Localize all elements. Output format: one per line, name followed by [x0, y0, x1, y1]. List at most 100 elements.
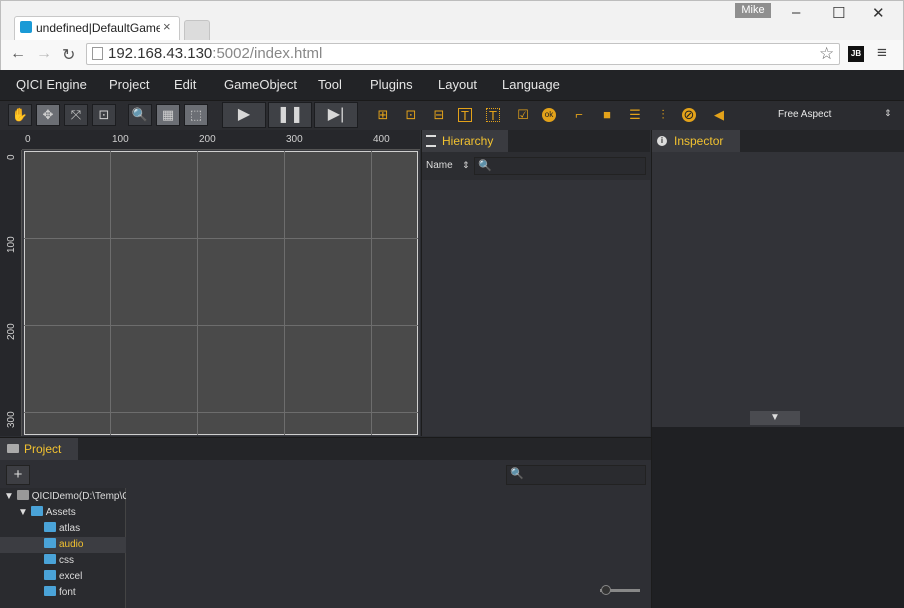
hierarchy-search-input[interactable] — [474, 157, 646, 175]
folder-icon — [30, 506, 43, 516]
tree-item-label: font — [59, 587, 76, 598]
grid-icon[interactable]: ▦ — [156, 104, 180, 126]
add-asset-button[interactable]: + — [6, 465, 30, 485]
extension-icon[interactable]: JB — [848, 46, 864, 62]
scene-canvas[interactable] — [24, 151, 418, 435]
filter-dropdown-icon[interactable]: ⇕ — [462, 160, 470, 171]
project-tabbar — [0, 438, 651, 460]
tree-item-project-root[interactable]: ▼ QICIDemo(D:\Temp\Q — [0, 489, 126, 505]
tree-item-assets[interactable]: ▼ Assets — [0, 505, 126, 521]
create-text-icon[interactable]: T — [458, 108, 472, 123]
close-window-icon[interactable]: ✕ — [872, 4, 885, 22]
menu-plugins[interactable]: Plugins — [370, 77, 413, 92]
menu-qici-engine[interactable]: QICI Engine — [16, 77, 87, 92]
vruler-tick: 0 — [6, 154, 17, 160]
page-icon — [92, 47, 103, 60]
menu-gameobject[interactable]: GameObject — [224, 77, 297, 92]
tree-item-audio[interactable]: audio — [0, 537, 126, 553]
create-button-icon[interactable]: ok — [542, 108, 556, 122]
slider-handle[interactable] — [601, 585, 611, 595]
create-list-icon[interactable]: ☰ — [626, 106, 644, 124]
menu-language[interactable]: Language — [502, 77, 560, 92]
zoom-icon[interactable]: 🔍 — [128, 104, 152, 126]
grid-line — [197, 151, 198, 435]
play-button[interactable]: ▶ — [222, 102, 266, 128]
aspect-dropdown-icon[interactable]: ⇕ — [884, 108, 892, 119]
menu-project[interactable]: Project — [109, 77, 149, 92]
tab-title: undefined|DefaultGame|D — [36, 21, 160, 35]
horizontal-ruler — [22, 130, 420, 150]
search-icon: 🔍 — [478, 160, 492, 172]
expand-arrow-icon[interactable]: ▼ — [18, 507, 28, 518]
project-search-input[interactable] — [506, 465, 646, 485]
tree-item-label: Assets — [45, 507, 76, 518]
folder-icon — [44, 586, 56, 596]
menu-tool[interactable]: Tool — [318, 77, 342, 92]
create-toggle-icon[interactable]: ☑ — [514, 106, 532, 124]
user-badge[interactable]: Mike — [735, 3, 771, 18]
url-host: 192.168.43.130 — [108, 45, 213, 62]
folder-icon — [44, 522, 56, 532]
expand-arrow-icon[interactable]: ▼ — [4, 491, 14, 502]
folder-icon — [44, 570, 56, 580]
folder-icon — [7, 444, 19, 453]
tree-item-excel[interactable]: excel — [0, 569, 126, 585]
create-slider-icon[interactable]: ⌐ — [570, 106, 588, 124]
tree-item-label: audio — [59, 539, 84, 550]
name-filter-select[interactable]: Name — [426, 160, 453, 171]
hruler-tick: 0 — [25, 134, 31, 145]
expand-preview-button[interactable]: ▼ — [750, 411, 800, 425]
rect-tool-icon[interactable]: ⊡ — [92, 104, 116, 126]
maximize-icon[interactable]: ☐ — [832, 4, 845, 22]
create-panel-icon[interactable]: ■ — [598, 106, 616, 124]
move-tool-icon[interactable]: ✥ — [36, 104, 60, 126]
tree-item-atlas[interactable]: atlas — [0, 521, 126, 537]
reload-icon[interactable]: ↻ — [62, 45, 75, 65]
back-icon[interactable]: ← — [10, 45, 26, 63]
tree-item-label: css — [59, 555, 74, 566]
minimize-icon[interactable]: – — [792, 4, 800, 21]
menu-layout[interactable]: Layout — [438, 77, 477, 92]
vruler-tick: 200 — [6, 323, 17, 340]
folder-icon — [16, 490, 29, 500]
scale-tool-icon[interactable]: ⤧ — [64, 104, 88, 126]
ruler-corner — [0, 130, 22, 150]
hand-tool-icon[interactable]: ✋ — [8, 104, 32, 126]
create-scrollbar-icon[interactable]: ⫶ — [654, 106, 672, 124]
folder-icon — [44, 538, 56, 548]
aspect-select[interactable]: Free Aspect — [778, 109, 831, 120]
preview-area — [652, 427, 904, 608]
forward-icon[interactable]: → — [36, 45, 52, 63]
select-region-icon[interactable]: ⬚ — [184, 104, 208, 126]
list-icon — [426, 135, 436, 147]
hruler-tick: 100 — [112, 134, 129, 145]
tab-close-icon[interactable]: × — [163, 19, 171, 34]
tree-item-label: excel — [59, 571, 83, 582]
tree-item-label: QICIDemo(D:\Temp\Q — [31, 491, 126, 502]
create-sprite-icon[interactable]: ⊟ — [430, 106, 448, 124]
favicon-icon — [20, 21, 32, 33]
tree-item-label: atlas — [59, 523, 81, 534]
new-tab-button[interactable] — [184, 20, 210, 40]
create-dom-icon[interactable]: ⊘ — [682, 108, 696, 122]
tree-item-css[interactable]: css — [0, 553, 126, 569]
menu-edit[interactable]: Edit — [174, 77, 196, 92]
create-node-icon[interactable]: ⊞ — [374, 106, 392, 124]
url-path: :5002/index.html — [212, 45, 323, 62]
grid-line — [24, 412, 418, 413]
vertical-ruler — [0, 150, 22, 436]
grid-line — [284, 151, 285, 435]
create-image-icon[interactable]: ⊡ — [402, 106, 420, 124]
create-input-text-icon[interactable]: T — [486, 108, 500, 123]
search-icon: 🔍 — [510, 468, 524, 480]
pause-button[interactable]: ❚❚ — [268, 102, 312, 128]
bookmark-star-icon[interactable]: ☆ — [819, 44, 834, 64]
vruler-tick: 100 — [6, 236, 17, 253]
hruler-tick: 300 — [286, 134, 303, 145]
step-button[interactable]: ▶| — [314, 102, 358, 128]
folder-icon — [44, 554, 56, 564]
tree-item-font[interactable]: font — [0, 585, 126, 601]
url-text: 192.168.43.130:5002/index.html — [108, 45, 322, 62]
create-sound-icon[interactable]: ◀ — [710, 106, 728, 124]
browser-menu-icon[interactable]: ≡ — [877, 43, 887, 63]
